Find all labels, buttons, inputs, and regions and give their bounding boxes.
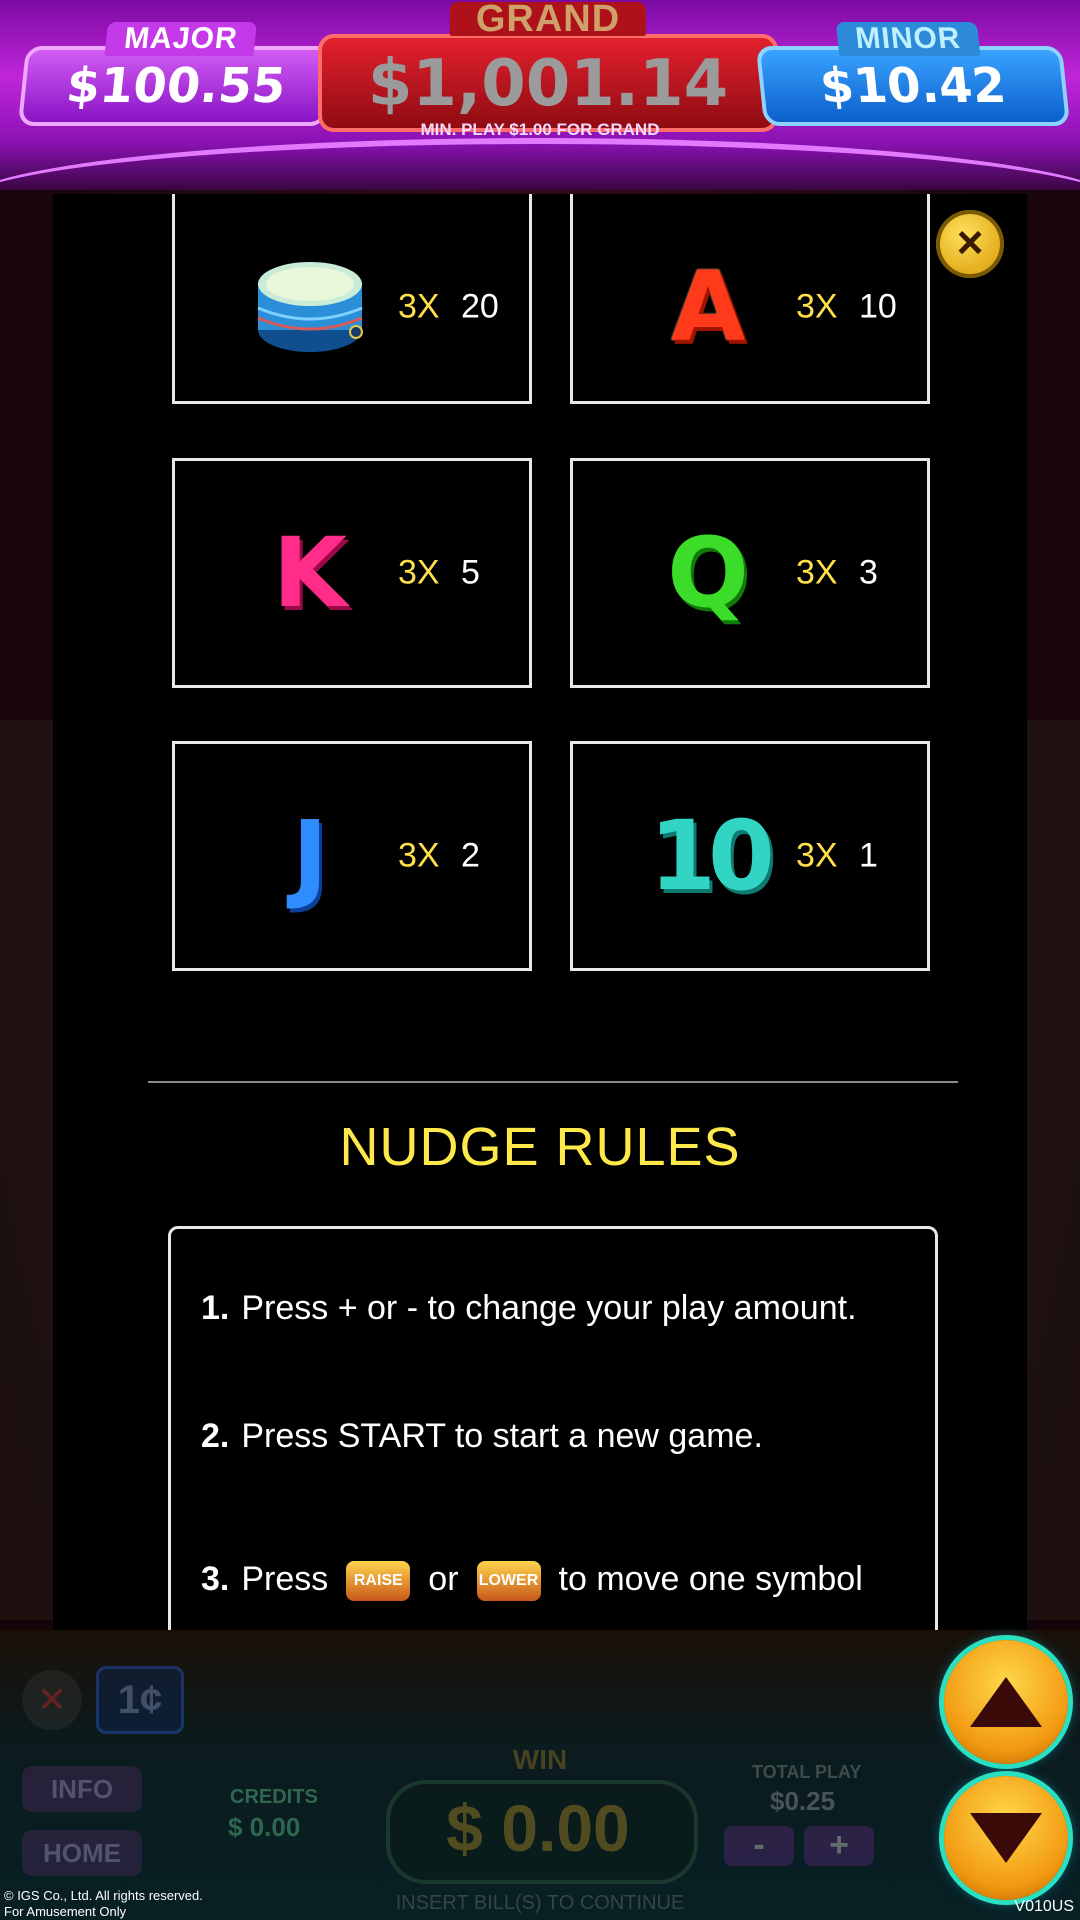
raise-badge-icon: RAISE: [346, 1561, 411, 1601]
scroll-up-button[interactable]: [944, 1640, 1068, 1764]
denomination-button[interactable]: 1¢: [96, 1666, 184, 1734]
amusement-line: For Amusement Only: [4, 1904, 127, 1919]
rule-text-post: to move one symbol: [558, 1559, 863, 1598]
nudge-rules-box: 1. Press + or - to change your play amou…: [168, 1226, 938, 1630]
backdrop-pillar-left: [0, 720, 60, 1620]
paytable-card-q: Q 3X 3: [570, 458, 930, 688]
win-label: WIN: [512, 1744, 568, 1775]
credits-label: CREDITS: [230, 1786, 318, 1808]
nudge-rule-1: 1. Press + or - to change your play amou…: [201, 1289, 857, 1328]
jackpot-header: MAJOR $100.55 GRAND $1,001.14 MINOR $10.…: [0, 0, 1080, 190]
sound-mute-icon[interactable]: ✕: [22, 1670, 82, 1730]
a-symbol-icon: A: [670, 251, 746, 364]
q-symbol-icon: Q: [667, 517, 749, 629]
win-value: $ 0.00: [446, 1791, 630, 1865]
rule-text-mid: or: [428, 1559, 459, 1598]
minor-label: MINOR: [835, 22, 981, 56]
paytable-card-10: 10 3X 1: [570, 741, 930, 971]
home-button[interactable]: HOME: [22, 1830, 142, 1876]
paytable-multiplier: 3X: [796, 836, 838, 875]
decrease-play-button[interactable]: -: [724, 1826, 794, 1866]
grand-label: GRAND: [449, 0, 647, 38]
paytable-multiplier: 3X: [398, 836, 440, 875]
k-symbol-icon: K: [272, 517, 348, 629]
paytable-payout: 5: [461, 553, 480, 592]
paytable-payout: 2: [461, 836, 480, 875]
section-divider: [148, 1081, 958, 1083]
version-label: V010US: [1014, 1898, 1074, 1915]
paytable-card-a: A 3X 10: [570, 194, 930, 404]
increase-play-button[interactable]: +: [804, 1826, 874, 1866]
paytable-payout: 20: [461, 287, 499, 326]
rule-text-pre: Press: [241, 1559, 329, 1598]
nudge-rules-title: NUDGE RULES: [339, 1117, 741, 1177]
help-panel[interactable]: 3X 20 A 3X 10 K 3X 5 Q 3X 3 J 3X 2 10 3X…: [53, 194, 1027, 1630]
close-button[interactable]: ×: [936, 210, 1004, 278]
j-symbol-icon: J: [292, 800, 328, 912]
ten-symbol-icon: 10: [649, 800, 775, 912]
lower-badge-icon: LOWER: [476, 1561, 541, 1601]
paytable-payout: 3: [859, 553, 878, 592]
total-play-value: $0.25: [770, 1786, 836, 1816]
credits-value: $ 0.00: [228, 1812, 301, 1842]
arrow-up-icon: [970, 1677, 1042, 1727]
paytable-multiplier: 3X: [398, 553, 440, 592]
rule-number: 1.: [201, 1289, 230, 1327]
grand-value: $1,001.14: [367, 47, 729, 121]
copyright-line: © IGS Co., Ltd. All rights reserved.: [4, 1888, 203, 1903]
paytable-payout: 10: [859, 287, 897, 326]
major-jackpot: MAJOR $100.55: [17, 22, 335, 126]
backdrop-pillar-right: [1020, 720, 1080, 1620]
rule-number: 3.: [201, 1559, 230, 1598]
nudge-rule-2: 2. Press START to start a new game.: [201, 1417, 763, 1456]
total-play-label: TOTAL PLAY: [752, 1762, 862, 1782]
paytable-multiplier: 3X: [398, 287, 440, 326]
minor-jackpot: MINOR $10.42: [755, 22, 1071, 126]
rule-number: 2.: [201, 1417, 230, 1455]
major-label: MAJOR: [104, 22, 258, 56]
close-icon: ×: [956, 216, 984, 268]
drum-symbol-icon: [245, 242, 375, 372]
paytable-payout: 1: [859, 836, 878, 875]
scroll-down-button[interactable]: [944, 1776, 1068, 1900]
copyright-notice: © IGS Co., Ltd. All rights reserved. For…: [4, 1888, 203, 1920]
grand-jackpot: GRAND $1,001.14: [318, 0, 778, 132]
minor-value: $10.42: [817, 58, 1009, 114]
paytable-card-j: J 3X 2: [172, 741, 532, 971]
paytable-multiplier: 3X: [796, 287, 838, 326]
paytable-card-k: K 3X 5: [172, 458, 532, 688]
paytable-multiplier: 3X: [796, 553, 838, 592]
nudge-rule-3: 3. Press RAISE or LOWER to move one symb…: [201, 1559, 863, 1601]
rule-text: Press START to start a new game.: [241, 1417, 763, 1455]
paytable-card-drum: 3X 20: [172, 194, 532, 404]
major-value: $100.55: [63, 58, 289, 114]
grand-min-play-note: MIN. PLAY $1.00 FOR GRAND: [420, 120, 660, 139]
rule-text: Press + or - to change your play amount.: [241, 1289, 857, 1327]
arrow-down-icon: [970, 1813, 1042, 1863]
